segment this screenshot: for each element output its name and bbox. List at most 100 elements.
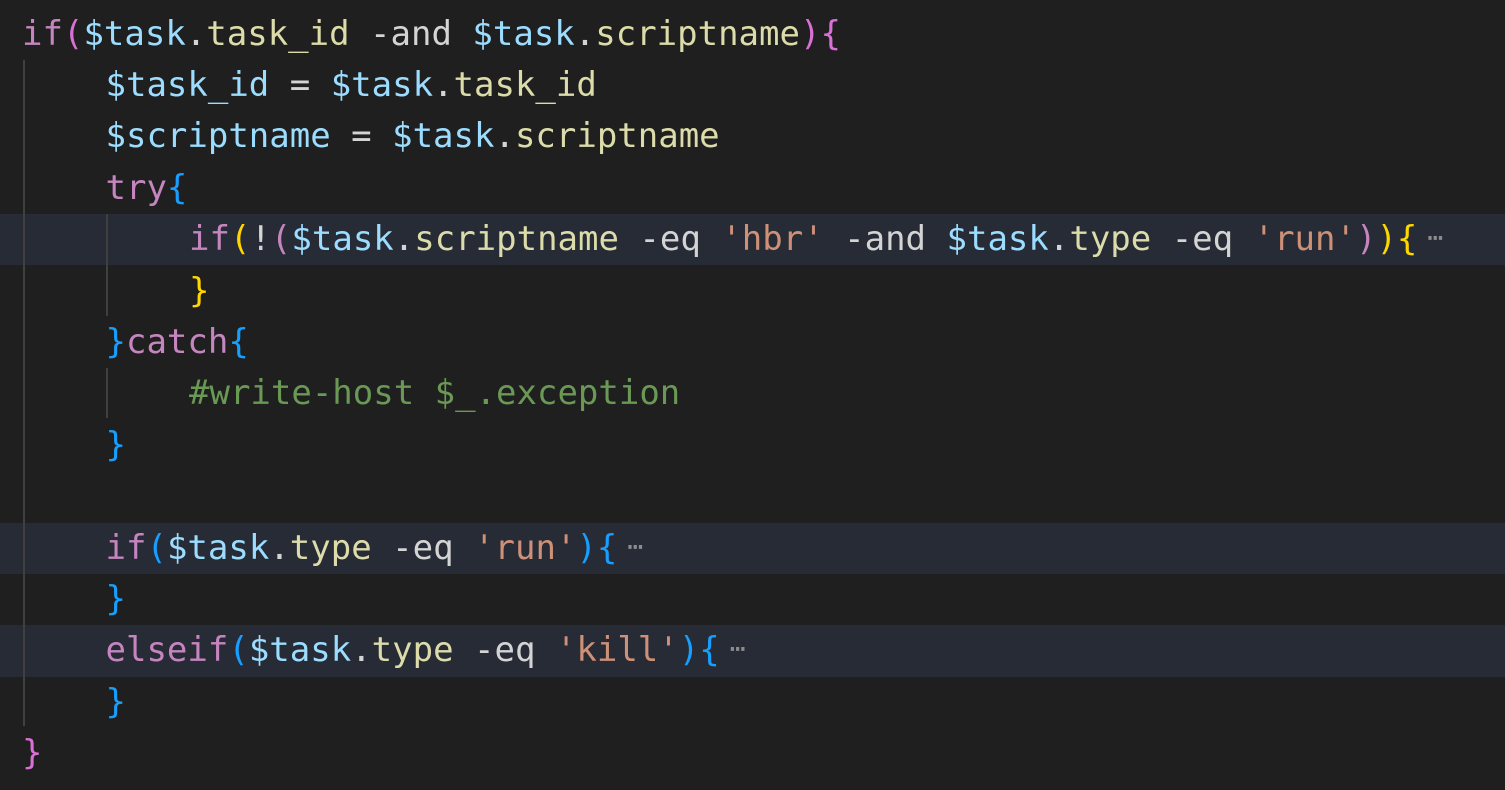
code-token: task_id bbox=[453, 64, 597, 105]
code-token: $scriptname bbox=[105, 116, 331, 157]
code-token: ! bbox=[250, 219, 271, 260]
code-token: scriptname bbox=[414, 219, 619, 260]
code-token: { bbox=[820, 13, 841, 54]
code-line-content: } bbox=[189, 266, 209, 317]
code-token: $task bbox=[291, 219, 394, 260]
code-token: elseif bbox=[105, 630, 229, 671]
code-token: { bbox=[596, 527, 618, 568]
code-line[interactable]: if($task.task_id -and $task.scriptname){ bbox=[0, 9, 1505, 60]
code-token: type bbox=[371, 630, 454, 671]
fold-ellipsis-icon[interactable]: ⋯ bbox=[627, 532, 643, 562]
code-line-content: } bbox=[106, 420, 126, 471]
code-token: ) bbox=[576, 527, 597, 568]
code-line-content: if(!($task.scriptname -eq 'hbr' -and $ta… bbox=[189, 214, 1443, 265]
code-token: } bbox=[105, 578, 126, 619]
indent-guide-try bbox=[106, 214, 108, 316]
code-token: 'hbr' bbox=[721, 219, 824, 260]
code-token: type bbox=[289, 527, 372, 568]
code-token: $task bbox=[472, 13, 575, 54]
code-line-content: } bbox=[106, 574, 126, 625]
code-token: = bbox=[269, 64, 331, 105]
code-token: -eq bbox=[453, 630, 556, 671]
code-line-content: } bbox=[106, 677, 126, 728]
code-token: . bbox=[574, 13, 596, 54]
code-line[interactable]: } bbox=[0, 728, 1505, 779]
code-token: . bbox=[494, 116, 515, 157]
code-token: ) bbox=[1376, 219, 1397, 260]
code-token: . bbox=[351, 630, 372, 671]
code-token: if bbox=[189, 219, 230, 260]
code-token: . bbox=[393, 219, 415, 260]
code-line-folded[interactable]: elseif($task.type -eq 'kill'){ ⋯ bbox=[0, 625, 1505, 677]
code-token: ( bbox=[228, 630, 249, 671]
code-token: ( bbox=[270, 219, 292, 260]
code-line-content: } bbox=[22, 728, 42, 779]
code-line-content: $task_id = $task.task_id bbox=[106, 60, 597, 111]
code-token: -eq bbox=[618, 219, 722, 260]
indent-guide-outer bbox=[23, 60, 25, 726]
code-token: . bbox=[433, 64, 454, 105]
code-line[interactable]: $task_id = $task.task_id bbox=[0, 60, 1505, 111]
indent-guide-catch bbox=[106, 368, 108, 418]
code-token: if bbox=[105, 527, 147, 568]
code-line[interactable]: } bbox=[0, 420, 1505, 471]
code-token: = bbox=[330, 116, 393, 157]
code-token: type bbox=[1069, 219, 1152, 260]
code-line-content: $scriptname = $task.scriptname bbox=[106, 111, 720, 162]
code-token: } bbox=[189, 270, 210, 311]
code-line-content: if($task.type -eq 'run'){ ⋯ bbox=[106, 523, 643, 574]
code-token: { bbox=[166, 167, 188, 208]
code-token: ( bbox=[229, 219, 251, 260]
code-line[interactable]: } bbox=[0, 677, 1505, 728]
code-token: { bbox=[699, 630, 720, 671]
code-token: ( bbox=[146, 527, 167, 568]
code-token: } bbox=[105, 681, 126, 722]
code-token: -and bbox=[349, 13, 473, 54]
code-token: task_id bbox=[206, 13, 350, 54]
code-token: { bbox=[1396, 219, 1418, 260]
code-token: try bbox=[105, 167, 167, 208]
code-token: $task bbox=[248, 630, 352, 671]
fold-ellipsis-icon[interactable]: ⋯ bbox=[1427, 223, 1443, 253]
code-token: $task bbox=[330, 64, 434, 105]
code-token: } bbox=[105, 321, 126, 362]
code-line[interactable] bbox=[0, 471, 1505, 522]
code-token: $task bbox=[83, 13, 186, 54]
code-token: ) bbox=[1355, 219, 1377, 260]
code-token: -and bbox=[823, 219, 947, 260]
code-token: . bbox=[1048, 219, 1070, 260]
code-line-content: #write-host $_.exception bbox=[189, 368, 680, 419]
code-line-content: if($task.task_id -and $task.scriptname){ bbox=[22, 9, 841, 60]
code-line-folded[interactable]: if(!($task.scriptname -eq 'hbr' -and $ta… bbox=[0, 214, 1505, 266]
code-line[interactable]: #write-host $_.exception bbox=[0, 368, 1505, 419]
code-token: { bbox=[228, 321, 249, 362]
code-token: $task bbox=[392, 116, 495, 157]
code-line-content: try{ bbox=[106, 163, 188, 214]
code-token: scriptname bbox=[595, 13, 800, 54]
code-token: . bbox=[185, 13, 207, 54]
code-line[interactable]: try{ bbox=[0, 163, 1505, 214]
code-token: ) bbox=[678, 630, 700, 671]
code-token: $task bbox=[166, 527, 270, 568]
code-editor[interactable]: if($task.task_id -and $task.scriptname){… bbox=[0, 0, 1505, 790]
code-token: . bbox=[269, 527, 290, 568]
code-line-folded[interactable]: if($task.type -eq 'run'){ ⋯ bbox=[0, 522, 1505, 574]
code-line-content: elseif($task.type -eq 'kill'){ ⋯ bbox=[105, 625, 746, 676]
code-token: } bbox=[22, 733, 43, 774]
code-token: catch bbox=[125, 321, 229, 362]
code-line[interactable]: } bbox=[0, 574, 1505, 625]
code-token: 'kill' bbox=[555, 630, 679, 671]
code-line[interactable]: }catch{ bbox=[0, 317, 1505, 368]
fold-ellipsis-icon[interactable]: ⋯ bbox=[730, 634, 746, 664]
code-line-content: }catch{ bbox=[106, 317, 249, 368]
code-token: scriptname bbox=[514, 116, 720, 157]
code-token: -eq bbox=[371, 527, 475, 568]
code-token: $task bbox=[946, 219, 1049, 260]
code-token: -eq bbox=[1151, 219, 1254, 260]
code-token: $task_id bbox=[105, 64, 270, 105]
code-line[interactable]: $scriptname = $task.scriptname bbox=[0, 111, 1505, 162]
code-token: ( bbox=[62, 13, 84, 54]
code-token: 'run' bbox=[474, 527, 577, 568]
code-token: #write-host $_.exception bbox=[189, 373, 681, 414]
code-line[interactable]: } bbox=[0, 266, 1505, 317]
